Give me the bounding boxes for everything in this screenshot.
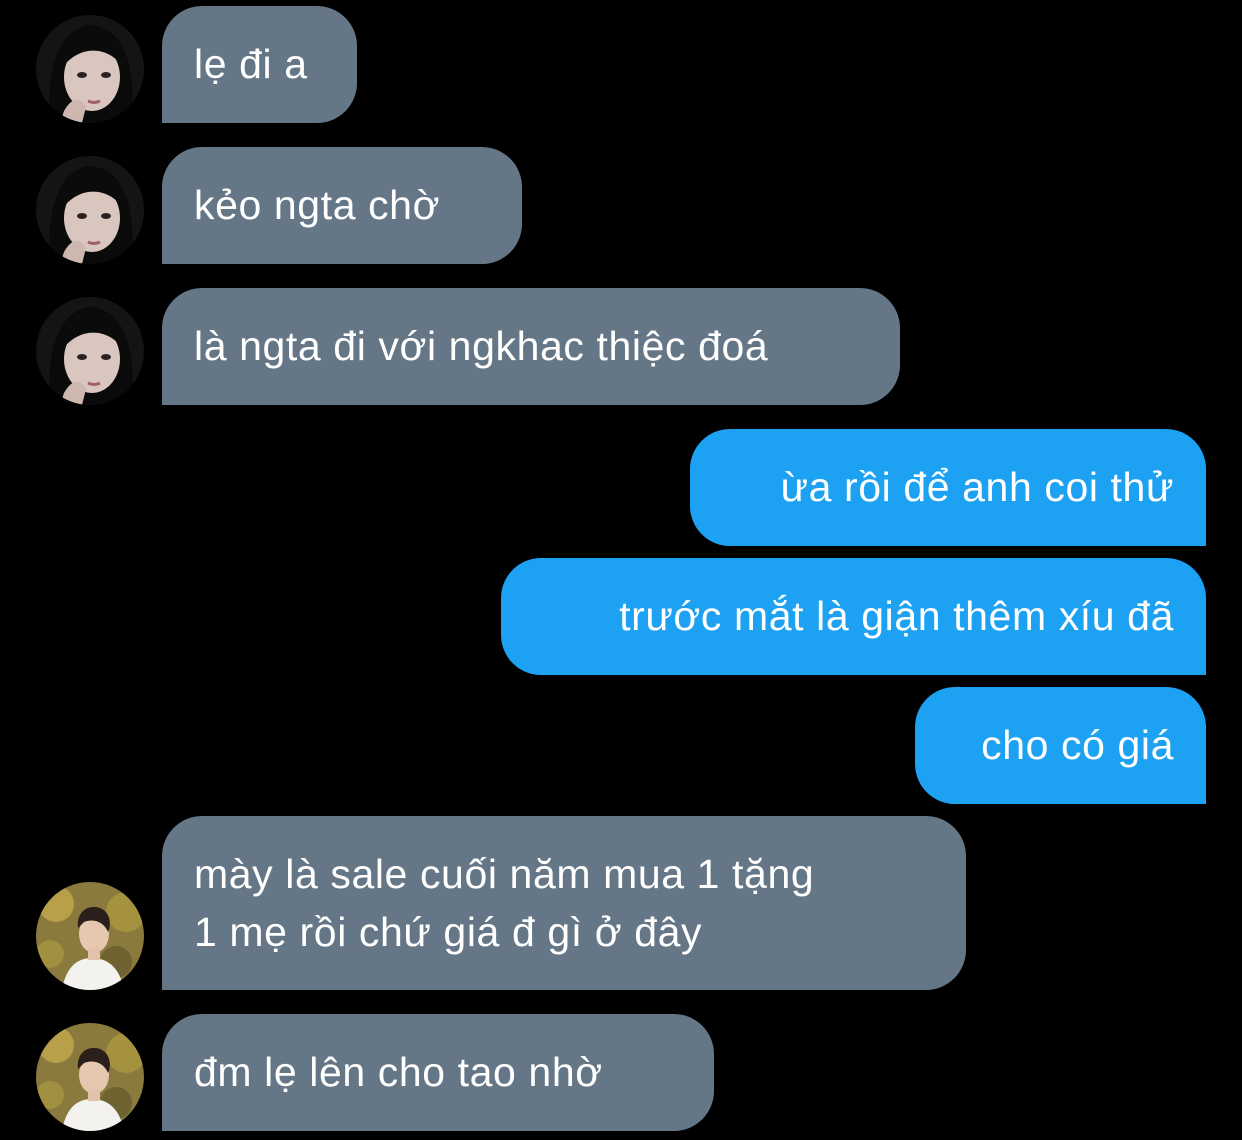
contact-b-avatar[interactable] <box>36 882 144 990</box>
message-bubble[interactable]: cho có giá <box>915 687 1206 804</box>
message-bubble[interactable]: kẻo ngta chờ <box>162 147 522 264</box>
message-bubble[interactable]: là ngta đi với ngkhac thiệc đoá <box>162 288 900 405</box>
message-bubble[interactable]: ừa rồi để anh coi thử <box>690 429 1206 546</box>
contact-a-avatar[interactable] <box>36 156 144 264</box>
contact-a-avatar[interactable] <box>36 15 144 123</box>
message-bubble[interactable]: mày là sale cuối năm mua 1 tặng 1 mẹ rồi… <box>162 816 966 990</box>
contact-a-avatar[interactable] <box>36 297 144 405</box>
message-bubble[interactable]: trước mắt là giận thêm xíu đã <box>501 558 1206 675</box>
message-bubble[interactable]: đm lẹ lên cho tao nhờ <box>162 1014 714 1131</box>
contact-b-avatar[interactable] <box>36 1023 144 1131</box>
message-bubble[interactable]: lẹ đi a <box>162 6 357 123</box>
